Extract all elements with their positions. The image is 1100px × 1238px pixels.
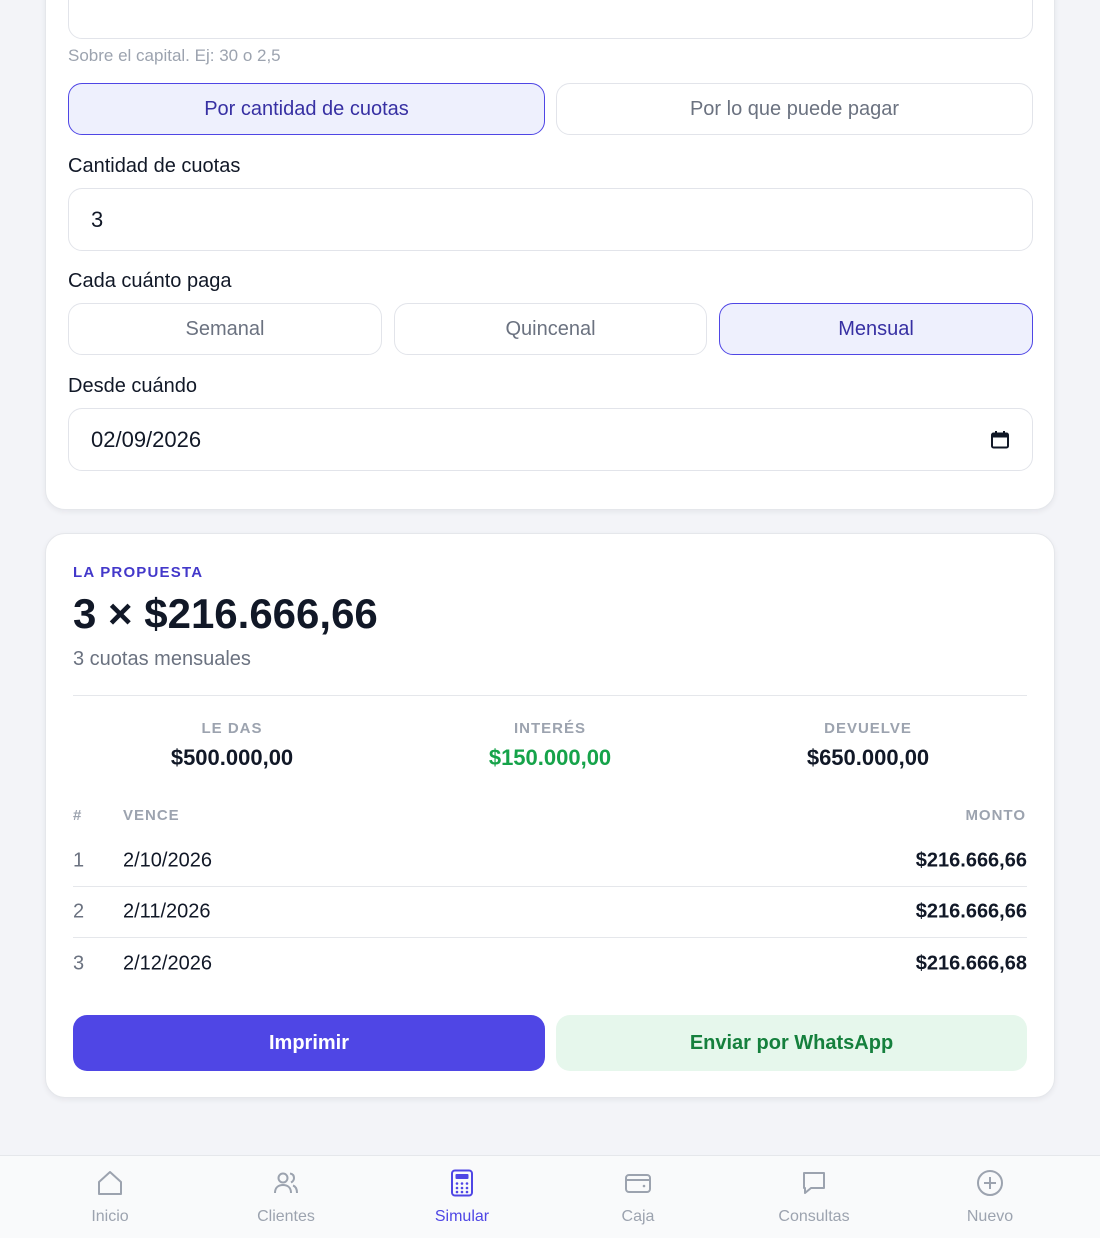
nav-item-nuevo[interactable]: Nuevo [902,1156,1078,1238]
nav-item-clientes[interactable]: Clientes [198,1156,374,1238]
start-date-label: Desde cuándo [68,375,197,397]
interest-rate-value: 30 [91,0,115,4]
table-header-due: VENCE [123,807,180,824]
proposal-eyebrow: LA PROPUESTA [73,564,204,581]
installments-label: Cantidad de cuotas [68,155,241,177]
nav-label: Inicio [91,1208,129,1225]
table-row: 1 2/10/2026 $216.666,66 [73,836,1027,887]
nav-item-simular[interactable]: Simular [374,1156,550,1238]
start-date-value: 02/09/2026 [91,426,202,452]
nav-label: Caja [621,1208,655,1225]
table-header-amount: MONTO [965,807,1026,824]
row-due-date: 2/12/2026 [123,952,212,974]
nav-item-caja[interactable]: Caja [550,1156,726,1238]
mode-by-affordable-button[interactable]: Por lo que puede pagar [556,83,1033,135]
stat-returns-value: $650.000,00 [806,745,930,770]
table-header-number: # [73,807,83,824]
row-amount: $216.666,68 [915,952,1027,974]
nav-label: Clientes [257,1208,315,1225]
proposal-headline: 3 × $216.666,66 [73,590,378,637]
bottom-nav: Inicio Clientes Simular Caja Consultas N… [0,1155,1100,1238]
stat-lent-label: LE DAS [201,720,263,737]
stat-returns: DEVUELVE $650.000,00 [709,720,1027,771]
nav-label: Nuevo [966,1208,1014,1225]
calendar-icon[interactable] [990,430,1010,450]
frequency-label: Cada cuánto paga [68,270,232,292]
frequency-biweekly-button[interactable]: Quincenal [394,303,707,355]
frequency-weekly-button[interactable]: Semanal [68,303,382,355]
chat-icon [803,1172,825,1194]
table-row: 3 2/12/2026 $216.666,68 [73,938,1027,989]
stat-lent-value: $500.000,00 [170,745,294,770]
proposal-divider [73,695,1027,696]
row-amount: $216.666,66 [915,900,1027,923]
wallet-icon [625,1174,651,1193]
plus-circle-icon [977,1170,1003,1196]
row-number: 3 [73,952,85,974]
row-number: 1 [73,849,85,872]
interest-rate-input[interactable]: 30 [68,0,1033,39]
stat-interest-value: $150.000,00 [488,745,612,770]
row-amount: $216.666,66 [915,849,1027,872]
interest-rate-hint: Sobre el capital. Ej: 30 o 2,5 [68,46,281,65]
send-whatsapp-button[interactable]: Enviar por WhatsApp [556,1015,1027,1071]
stat-interest: INTERÉS $150.000,00 [391,720,709,771]
loan-form-card: 30 Sobre el capital. Ej: 30 o 2,5 Por ca… [45,0,1055,510]
proposal-card: LA PROPUESTA 3 × $216.666,66 3 cuotas me… [45,533,1055,1098]
start-date-input[interactable]: 02/09/2026 [68,408,1033,471]
home-icon [98,1171,122,1195]
proposal-subline: 3 cuotas mensuales [73,648,251,670]
users-icon [274,1172,298,1194]
row-due-date: 2/10/2026 [123,849,212,872]
row-number: 2 [73,900,85,923]
frequency-monthly-button[interactable]: Mensual [719,303,1033,355]
row-due-date: 2/11/2026 [123,900,211,923]
table-row: 2 2/11/2026 $216.666,66 [73,887,1027,938]
installments-value: 3 [91,206,104,232]
stat-lent: LE DAS $500.000,00 [73,720,391,771]
print-button[interactable]: Imprimir [73,1015,545,1071]
nav-item-inicio[interactable]: Inicio [22,1156,198,1238]
nav-item-consultas[interactable]: Consultas [726,1156,902,1238]
mode-by-installments-button[interactable]: Por cantidad de cuotas [68,83,545,135]
stat-interest-label: INTERÉS [513,720,586,737]
installments-input[interactable]: 3 [68,188,1033,251]
calculator-icon [451,1169,473,1197]
nav-label: Consultas [778,1208,850,1225]
stat-returns-label: DEVUELVE [824,720,912,737]
nav-label: Simular [434,1208,490,1225]
